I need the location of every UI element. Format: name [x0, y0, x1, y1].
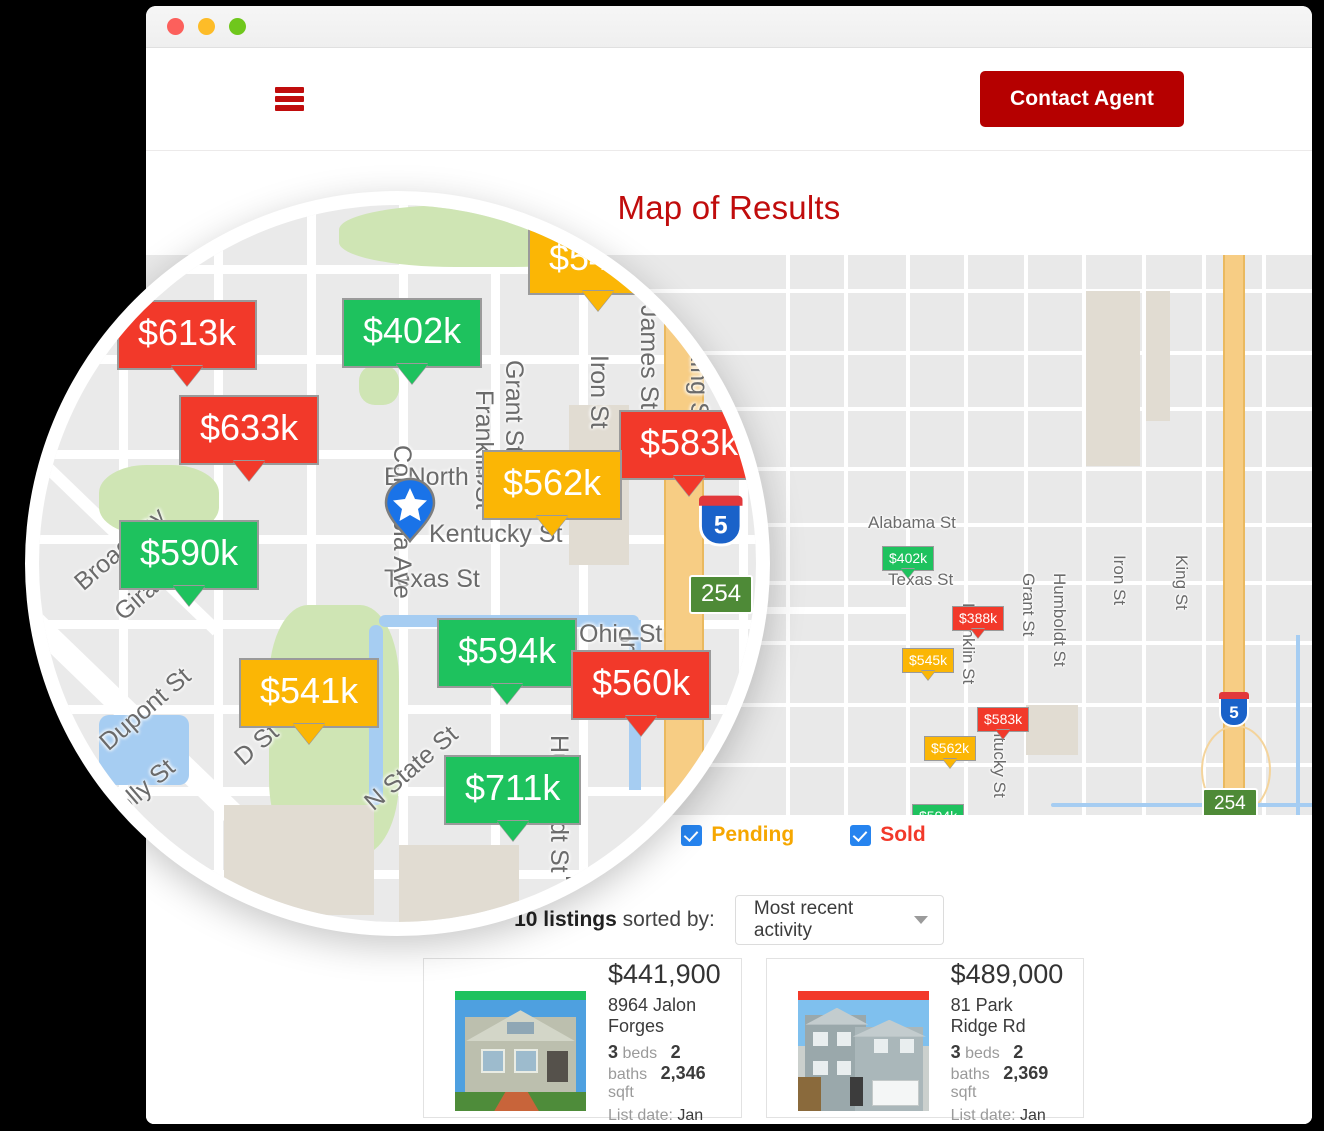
site-header: Contact Agent	[146, 48, 1312, 151]
magnified-marker-402k[interactable]: $402k	[342, 298, 482, 368]
map-magnifier-content[interactable]: E North St Texas St Broadway Girard St D…	[39, 205, 756, 922]
magnified-marker-545k[interactable]: $545k	[528, 225, 668, 295]
listing-price: $441,900	[608, 959, 721, 990]
hamburger-menu-icon[interactable]	[275, 87, 304, 111]
magnified-street-label: Humboldt St	[559, 875, 588, 922]
magnified-interstate-5-shield: 5	[699, 500, 743, 546]
listing-results-grid: $441,900 8964 Jalon Forges 3 beds 2 bath…	[423, 958, 1063, 1118]
magnified-marker-583k[interactable]: $583k	[619, 410, 756, 480]
magnified-route-254-shield: 254	[689, 575, 753, 614]
filter-sold[interactable]: Sold	[850, 823, 926, 847]
route-254-shield: 254	[1202, 788, 1258, 815]
street-label: Iron St	[1109, 555, 1129, 605]
map-marker-594k[interactable]: $594k	[912, 804, 964, 815]
map-marker-562k[interactable]: $562k	[924, 736, 976, 761]
close-window-button[interactable]	[167, 18, 184, 35]
magnified-marker-clipped-top[interactable]	[134, 205, 206, 240]
filter-sold-label: Sold	[880, 823, 926, 847]
browser-titlebar	[146, 6, 1312, 48]
map-marker-583k[interactable]: $583k	[977, 707, 1029, 732]
street-label: Texas St	[888, 570, 953, 590]
map-marker-388k[interactable]: $388k	[952, 606, 1004, 631]
listing-list-date: List date: Jan 12, 2017	[951, 1107, 1064, 1124]
checkbox-sold-icon[interactable]	[850, 825, 871, 846]
magnified-marker-590k[interactable]: $590k	[119, 520, 259, 590]
magnified-marker-560k[interactable]: $560k	[571, 650, 711, 720]
magnified-marker-633k[interactable]: $633k	[179, 395, 319, 465]
magnified-marker-711k[interactable]: $711k	[444, 755, 581, 825]
street-label: King St	[1171, 555, 1191, 610]
listing-card[interactable]: $441,900 8964 Jalon Forges 3 beds 2 bath…	[423, 958, 742, 1118]
listing-specs: 3 beds 2 baths 2,369 sqft	[951, 1042, 1064, 1102]
magnified-marker-613k[interactable]: $613k	[117, 300, 257, 370]
listing-card[interactable]: $489,000 81 Park Ridge Rd 3 beds 2 baths…	[766, 958, 1085, 1118]
contact-agent-button[interactable]: Contact Agent	[980, 71, 1184, 127]
listing-thumbnail	[455, 991, 586, 1111]
magnified-street-label: Grant St	[499, 360, 528, 453]
listing-address: 81 Park Ridge Rd	[951, 995, 1064, 1037]
magnified-marker-594k[interactable]: $594k	[437, 618, 577, 688]
interstate-5-shield: 5	[1219, 695, 1249, 727]
street-label: Grant St	[1018, 573, 1038, 636]
listing-list-date: List date: Jan 13, 2017	[608, 1107, 721, 1124]
street-label: Alabama St	[868, 513, 956, 533]
street-label: Humboldt St	[1049, 573, 1069, 667]
sort-dropdown-value: Most recent activity	[754, 898, 904, 942]
map-marker-545k[interactable]: $545k	[902, 648, 954, 673]
magnified-street-label: James St	[634, 305, 663, 409]
minimize-window-button[interactable]	[198, 18, 215, 35]
listing-specs: 3 beds 2 baths 2,346 sqft	[608, 1042, 721, 1102]
listing-price: $489,000	[951, 959, 1064, 990]
magnified-marker-541k[interactable]: $541k	[239, 658, 379, 728]
chevron-down-icon	[914, 916, 928, 924]
listing-address: 8964 Jalon Forges	[608, 995, 721, 1037]
magnified-street-label: G St	[59, 745, 88, 795]
listing-thumbnail	[798, 991, 929, 1111]
map-magnifier: E North St Texas St Broadway Girard St D…	[25, 191, 770, 936]
map-marker-402k[interactable]: $402k	[882, 546, 934, 571]
selected-property-star-pin[interactable]	[384, 477, 436, 543]
magnified-marker-562k[interactable]: $562k	[482, 450, 622, 520]
maximize-window-button[interactable]	[229, 18, 246, 35]
sort-dropdown[interactable]: Most recent activity	[735, 895, 944, 945]
magnified-street-label: Iron St	[584, 355, 613, 429]
